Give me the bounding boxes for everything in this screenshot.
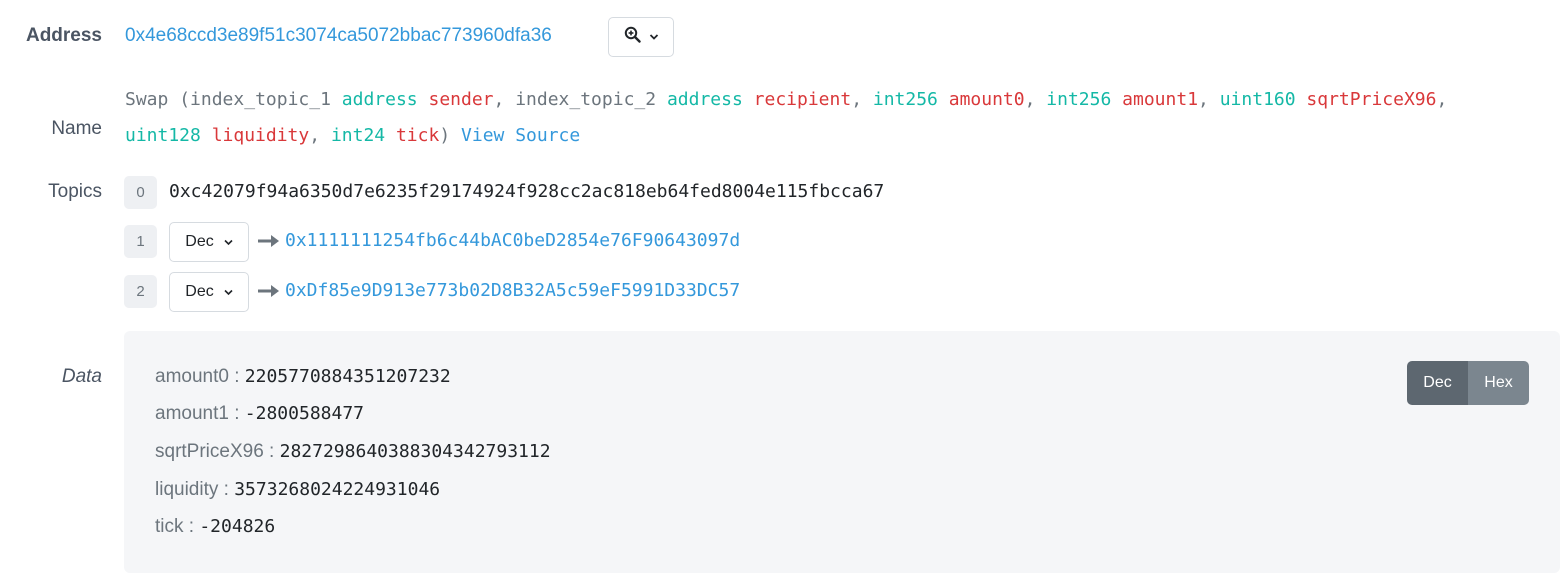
param-name: amount0 [948,89,1025,110]
hex-toggle-button[interactable]: Hex [1468,361,1529,405]
param-prefix: index_topic_1 [190,89,331,110]
topic-index-badge: 1 [124,225,157,258]
data-row-liquidity: liquidity : 3573268024224931046 [155,479,441,500]
name-label: Name [51,118,102,139]
topic-index-badge: 0 [124,176,157,209]
zoom-in-icon [624,26,641,48]
param-type: int24 [330,125,386,146]
chevron-down-icon [224,233,233,251]
param-name: liquidity [211,125,310,146]
topic-1-format-select[interactable]: Dec [169,222,249,262]
data-value: 3573268024224931046 [234,479,441,500]
topic-2-address-link[interactable]: 0xDf85e9D913e773b02D8B32A5c59eF5991D33DC… [285,280,740,301]
param-name: amount1 [1122,89,1199,110]
param-type: address [666,89,743,110]
topic-index-badge: 2 [124,275,157,308]
data-row-tick: tick : -204826 [155,516,276,537]
data-value: -204826 [199,516,276,537]
dec-toggle-button[interactable]: Dec [1407,361,1468,405]
data-row-amount0: amount0 : 2205770884351207232 [155,366,451,387]
data-key: amount1 [155,403,229,424]
data-label: Data [61,366,102,387]
topic-0-value: 0xc42079f94a6350d7e6235f29174924f928cc2a… [169,181,885,202]
param-name: sqrtPriceX96 [1306,89,1437,110]
dec-hex-toggle: Dec Hex [1407,361,1529,405]
address-zoom-dropdown-button[interactable] [608,17,674,57]
data-row-amount1: amount1 : -2800588477 [155,403,365,424]
data-value: 2827298640388304342793112 [279,441,551,462]
address-link[interactable]: 0x4e68ccd3e89f51c3074ca5072bbac773960dfa… [125,25,552,47]
param-name: recipient [753,89,852,110]
chevron-down-icon [649,28,659,46]
data-value: 2205770884351207232 [244,366,451,387]
data-key: tick [155,516,184,537]
param-type: address [341,89,418,110]
param-type: int256 [1046,89,1112,110]
function-name: Swap [125,89,169,110]
address-label: Address [25,25,102,46]
data-key: liquidity [155,479,219,500]
param-name: tick [395,125,440,146]
chevron-down-icon [224,283,233,301]
data-key: amount0 [155,366,229,387]
param-type: int256 [872,89,938,110]
data-row-sqrtpricex96: sqrtPriceX96 : 2827298640388304342793112 [155,441,551,462]
topic-2-format-select[interactable]: Dec [169,272,249,312]
param-name: sender [428,89,494,110]
data-key: sqrtPriceX96 [155,441,264,462]
format-label: Dec [185,283,214,300]
topic-1-address-link[interactable]: 0x1111111254fb6c44bAC0beD2854e76F9064309… [285,230,740,251]
view-source-link[interactable]: View Source [461,125,580,146]
arrow-right-icon [258,234,280,248]
param-type: uint160 [1219,89,1296,110]
param-type: uint128 [125,125,201,146]
arrow-right-icon [258,284,280,298]
topics-label: Topics [48,181,102,202]
param-prefix: index_topic_2 [515,89,657,110]
data-panel: amount0 : 2205770884351207232 amount1 : … [124,331,1560,573]
data-value: -2800588477 [244,403,365,424]
event-signature: Swap (index_topic_1 address sender, inde… [125,89,1448,146]
format-label: Dec [185,233,214,250]
